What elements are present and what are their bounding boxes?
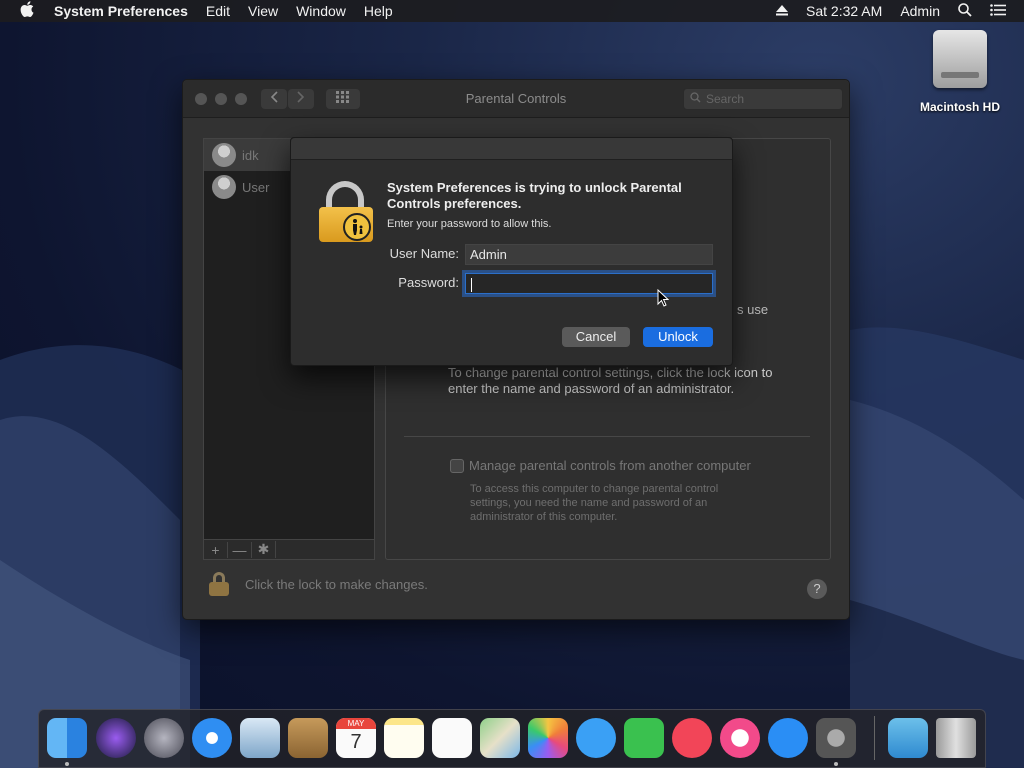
- menubar-user[interactable]: Admin: [900, 3, 940, 19]
- notification-center-icon[interactable]: [990, 3, 1006, 19]
- menu-bar: System Preferences Edit View Window Help…: [0, 0, 1024, 22]
- safari-icon[interactable]: [192, 718, 232, 758]
- maps-icon[interactable]: [480, 718, 520, 758]
- reminders-icon[interactable]: [432, 718, 472, 758]
- dock: MAY 7: [38, 709, 986, 768]
- app-store-icon[interactable]: [768, 718, 808, 758]
- cancel-button[interactable]: Cancel: [562, 327, 630, 347]
- authentication-dialog: System Preferences is trying to unlock P…: [290, 137, 733, 366]
- spotlight-search-icon[interactable]: [958, 2, 972, 20]
- mail-icon[interactable]: [240, 718, 280, 758]
- calendar-month: MAY: [336, 718, 376, 729]
- password-field[interactable]: [465, 273, 713, 294]
- username-field[interactable]: Admin: [465, 244, 713, 265]
- unlock-button[interactable]: Unlock: [643, 327, 713, 347]
- gear-icon[interactable]: ✱: [252, 541, 276, 558]
- facetime-icon[interactable]: [624, 718, 664, 758]
- finder-icon[interactable]: [47, 718, 87, 758]
- mouse-cursor-icon: [657, 289, 669, 307]
- apple-menu-icon[interactable]: [20, 1, 38, 21]
- text-caret: [471, 277, 472, 292]
- system-preferences-icon[interactable]: [816, 718, 856, 758]
- username-label: User Name:: [389, 246, 459, 261]
- menu-app-name[interactable]: System Preferences: [54, 3, 188, 19]
- window-titlebar: Parental Controls Search: [183, 80, 849, 118]
- trash-icon[interactable]: [936, 718, 976, 758]
- downloads-folder-icon[interactable]: [888, 718, 928, 758]
- search-icon: [690, 89, 701, 109]
- menu-help[interactable]: Help: [364, 3, 393, 19]
- lock-icon[interactable]: [209, 572, 229, 596]
- siri-icon[interactable]: [96, 718, 136, 758]
- itunes-icon[interactable]: [720, 718, 760, 758]
- avatar: [212, 143, 236, 167]
- calendar-day: 7: [350, 731, 362, 753]
- menu-window[interactable]: Window: [296, 3, 346, 19]
- divider: [404, 436, 810, 437]
- desktop-drive-icon[interactable]: Macintosh HD: [912, 30, 1008, 114]
- search-input[interactable]: Search: [683, 88, 843, 110]
- photos-icon[interactable]: [528, 718, 568, 758]
- dialog-subtitle: Enter your password to allow this.: [387, 218, 552, 230]
- eject-icon[interactable]: [776, 3, 789, 19]
- remove-user-button[interactable]: —: [228, 541, 252, 558]
- manage-remote-description: To access this computer to change parent…: [470, 483, 719, 523]
- lock-row: Click the lock to make changes.: [209, 572, 428, 596]
- dialog-title: System Preferences is trying to unlock P…: [387, 180, 682, 211]
- pane-info-text: To change parental control settings, cli…: [448, 365, 773, 396]
- manage-remote-checkbox[interactable]: [450, 458, 464, 473]
- hard-drive-icon: [933, 30, 987, 88]
- add-user-button[interactable]: +: [204, 541, 228, 558]
- padlock-icon: [319, 181, 373, 243]
- user-name: idk: [242, 147, 259, 163]
- menubar-clock[interactable]: Sat 2:32 AM: [806, 3, 882, 19]
- user-list-toolbar: + — ✱: [203, 539, 375, 560]
- search-placeholder: Search: [706, 92, 745, 106]
- calendar-icon[interactable]: MAY 7: [336, 718, 376, 758]
- avatar: [212, 175, 236, 199]
- messages-icon[interactable]: [576, 718, 616, 758]
- running-indicator: [65, 762, 69, 766]
- lock-text: Click the lock to make changes.: [245, 576, 428, 592]
- dock-separator: [874, 716, 875, 760]
- password-label: Password:: [398, 275, 459, 290]
- menu-edit[interactable]: Edit: [206, 3, 230, 19]
- manage-remote-checkbox-row: Manage parental controls from another co…: [450, 458, 751, 473]
- menu-view[interactable]: View: [248, 3, 278, 19]
- drive-label: Macintosh HD: [919, 100, 1000, 114]
- dialog-titlebar: [291, 138, 732, 160]
- contacts-icon[interactable]: [288, 718, 328, 758]
- running-indicator: [834, 762, 838, 766]
- partial-pane-text: s use: [737, 302, 769, 317]
- parental-controls-badge-icon: [343, 213, 371, 241]
- user-name: User: [242, 179, 270, 195]
- manage-remote-label: Manage parental controls from another co…: [469, 458, 751, 473]
- news-icon[interactable]: [672, 718, 712, 758]
- notes-icon[interactable]: [384, 718, 424, 758]
- help-button[interactable]: ?: [807, 579, 827, 599]
- launchpad-icon[interactable]: [144, 718, 184, 758]
